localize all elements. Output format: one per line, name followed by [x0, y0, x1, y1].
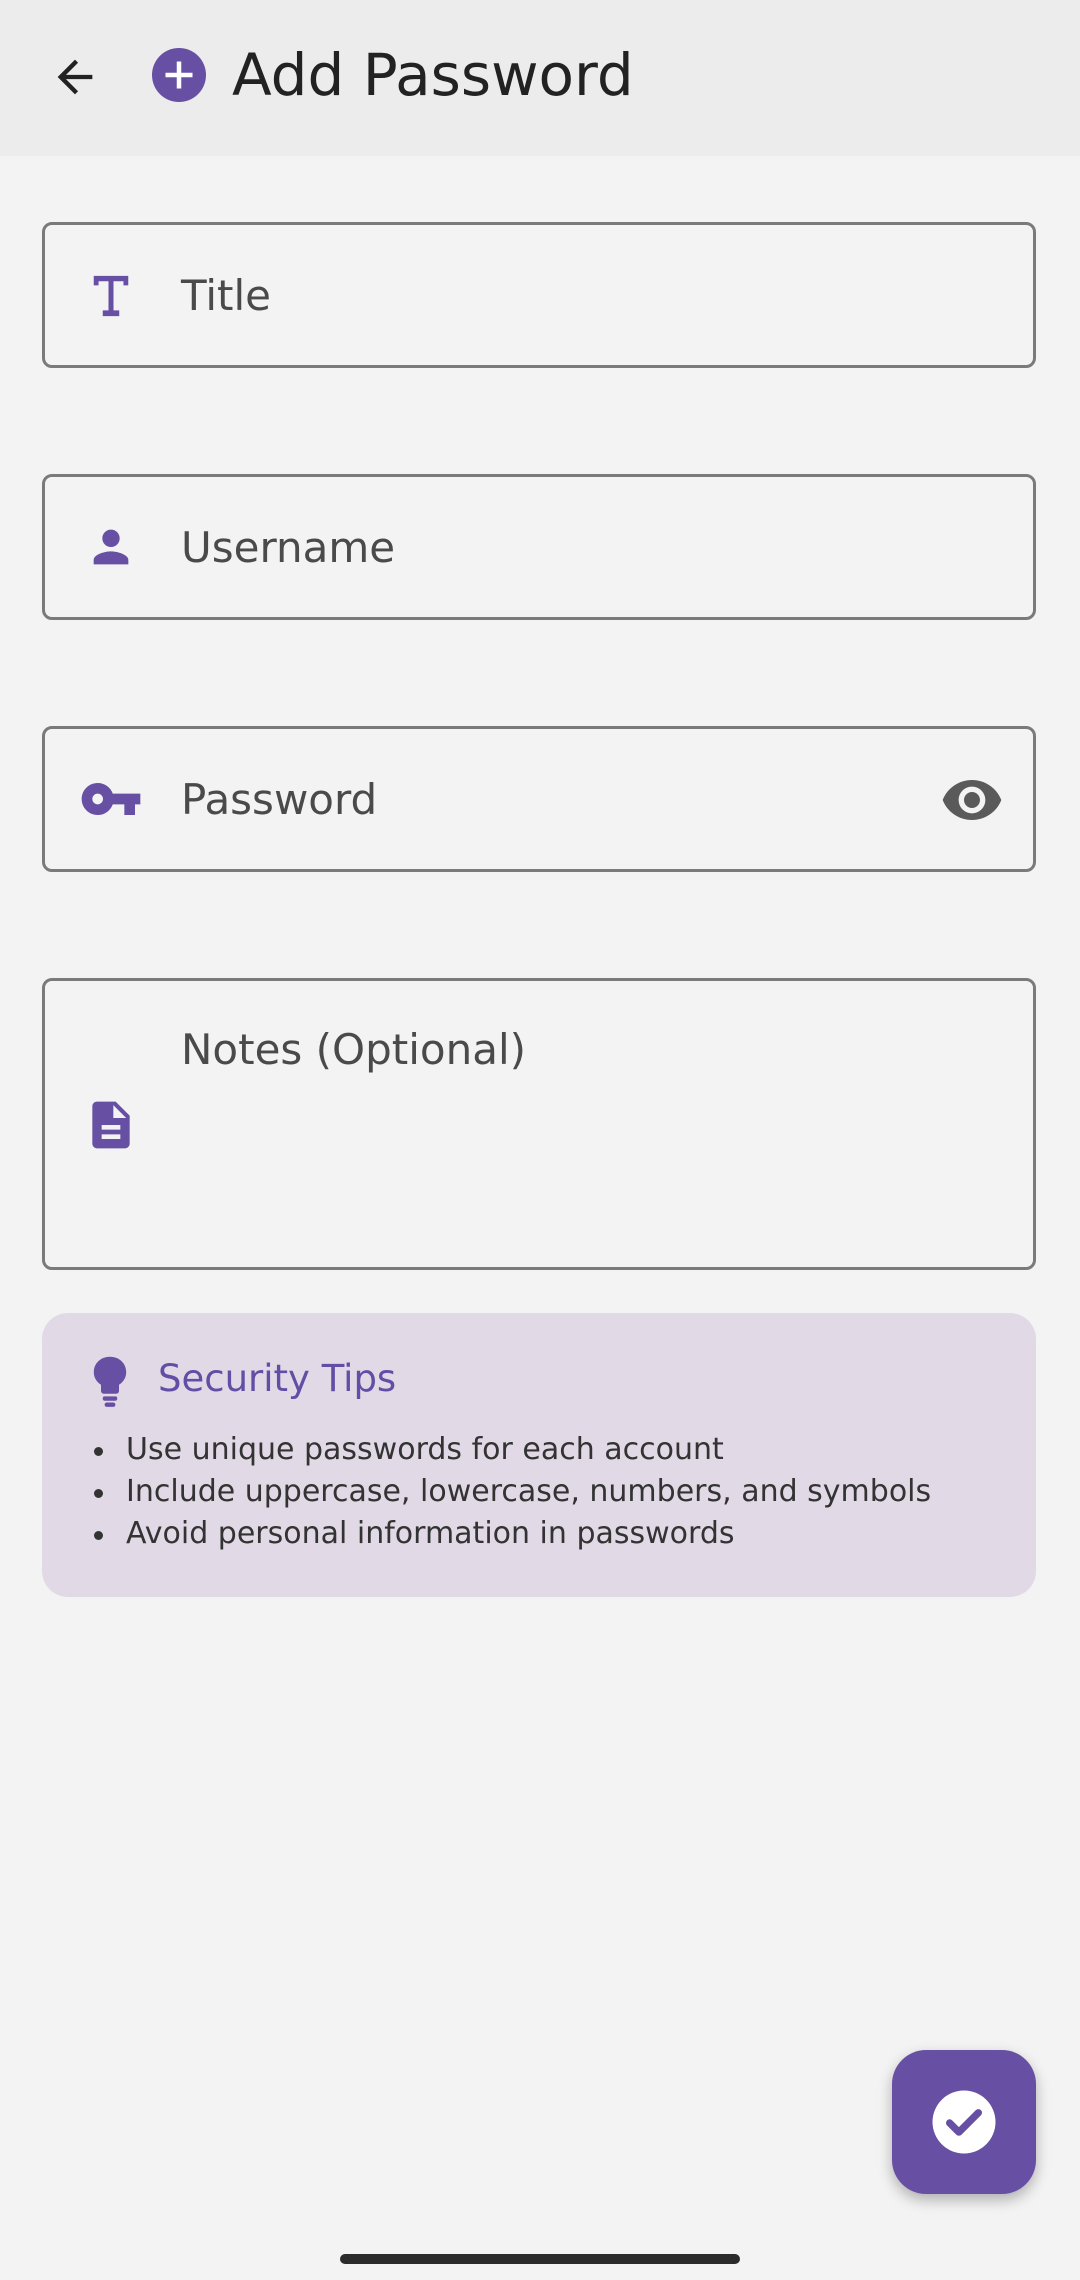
notes-placeholder: Notes (Optional)	[181, 1025, 527, 1074]
toggle-password-visibility-button[interactable]	[937, 767, 1007, 833]
password-field[interactable]: Password	[42, 726, 1036, 872]
app-bar: Add Password	[0, 0, 1080, 156]
back-button[interactable]	[30, 32, 120, 122]
title-placeholder: Title	[181, 271, 272, 320]
security-tips-title: Security Tips	[158, 1357, 397, 1400]
username-placeholder: Username	[181, 523, 396, 572]
title-field[interactable]: Title	[42, 222, 1036, 368]
tip-item: Avoid personal information in passwords	[92, 1513, 931, 1555]
tip-item: Include uppercase, lowercase, numbers, a…	[92, 1471, 931, 1513]
notes-field[interactable]: Notes (Optional)	[42, 978, 1036, 1270]
tip-item: Use unique passwords for each account	[92, 1429, 931, 1471]
title-t-icon	[81, 265, 141, 325]
home-indicator[interactable]	[340, 2254, 740, 2264]
save-button[interactable]	[892, 2050, 1036, 2194]
username-field[interactable]: Username	[42, 474, 1036, 620]
check-icon	[932, 2090, 996, 2154]
password-placeholder: Password	[181, 775, 378, 824]
eye-icon	[942, 780, 1002, 820]
key-icon	[75, 769, 147, 829]
person-icon	[81, 517, 141, 577]
page-title: Add Password	[232, 41, 634, 109]
add-circle-icon	[152, 48, 206, 102]
document-icon	[81, 1095, 141, 1155]
arrow-back-icon	[57, 59, 93, 95]
lightbulb-icon	[93, 1356, 127, 1407]
security-tips-card: Security Tips Use unique passwords for e…	[42, 1313, 1036, 1597]
security-tips-list: Use unique passwords for each account In…	[92, 1429, 931, 1555]
